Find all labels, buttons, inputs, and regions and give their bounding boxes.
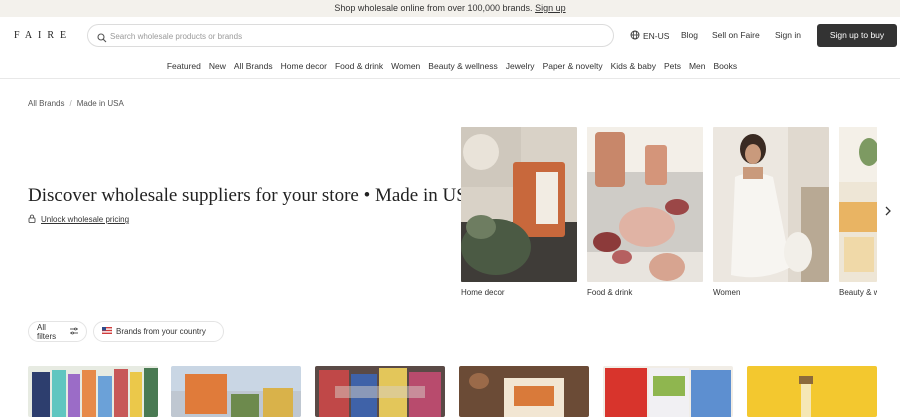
sign-up-button[interactable]: Sign up to buy: [817, 24, 897, 47]
nav-item-beauty-wellness[interactable]: Beauty & wellness: [426, 57, 497, 78]
nav-item-featured[interactable]: Featured: [165, 57, 201, 78]
header: FAIRE EN-US Blog Sell on Faire Sign in S…: [0, 17, 900, 57]
nav-item-home-decor[interactable]: Home decor: [279, 57, 327, 78]
banner-text: Shop wholesale online from over 100,000 …: [334, 3, 533, 13]
category-label-beauty-wellness[interactable]: Beauty & wellness: [839, 288, 877, 297]
category-image-women[interactable]: [713, 127, 829, 282]
nav-item-men[interactable]: Men: [687, 57, 706, 78]
breadcrumb-all-brands[interactable]: All Brands: [28, 99, 64, 108]
product-card-1[interactable]: [28, 366, 158, 417]
search-bar[interactable]: [87, 24, 614, 47]
nav-item-paper-novelty[interactable]: Paper & novelty: [541, 57, 603, 78]
nav-item-jewelry[interactable]: Jewelry: [504, 57, 535, 78]
filter-icon: [70, 327, 78, 337]
flag-icon: [101, 326, 113, 336]
lock-icon: [28, 214, 36, 225]
product-card-5[interactable]: [603, 366, 733, 417]
nav-item-all-brands[interactable]: All Brands: [232, 57, 273, 78]
sell-on-faire-link[interactable]: Sell on Faire: [712, 30, 760, 40]
unlock-pricing-label: Unlock wholesale pricing: [41, 215, 130, 224]
all-filters-button[interactable]: All filters: [28, 321, 87, 342]
brands-from-country-label: Brands from your country: [116, 327, 206, 336]
page-title: Discover wholesale suppliers for your st…: [28, 185, 481, 206]
blog-link[interactable]: Blog: [681, 30, 698, 40]
all-filters-label: All filters: [37, 322, 57, 341]
category-label-food-drink[interactable]: Food & drink: [587, 288, 632, 297]
search-input[interactable]: [110, 28, 590, 44]
category-image-home-decor[interactable]: [461, 127, 577, 282]
breadcrumb-current: Made in USA: [76, 99, 124, 108]
product-card-4[interactable]: [459, 366, 589, 417]
language-selector[interactable]: EN-US: [630, 30, 669, 42]
product-card-6[interactable]: [747, 366, 877, 417]
nav-item-food-drink[interactable]: Food & drink: [333, 57, 383, 78]
language-label: EN-US: [643, 31, 670, 41]
nav-item-new[interactable]: New: [207, 57, 226, 78]
nav-item-women[interactable]: Women: [389, 57, 420, 78]
product-card-2[interactable]: [171, 366, 301, 417]
sign-in-link[interactable]: Sign in: [775, 30, 801, 40]
faire-logo[interactable]: FAIRE: [14, 30, 72, 41]
category-label-women[interactable]: Women: [713, 288, 740, 297]
promo-banner: Shop wholesale online from over 100,000 …: [0, 0, 900, 17]
category-image-food-drink[interactable]: [587, 127, 703, 282]
brands-from-country-button[interactable]: Brands from your country: [93, 321, 224, 342]
unlock-pricing-link[interactable]: Unlock wholesale pricing: [28, 214, 129, 225]
nav-item-pets[interactable]: Pets: [662, 57, 681, 78]
category-image-beauty-wellness[interactable]: [839, 127, 877, 282]
nav-item-books[interactable]: Books: [712, 57, 738, 78]
product-card-3[interactable]: [315, 366, 445, 417]
category-nav: Featured New All Brands Home decor Food …: [0, 57, 900, 79]
globe-icon: [630, 30, 640, 42]
nav-item-kids-baby[interactable]: Kids & baby: [609, 57, 656, 78]
breadcrumb: All Brands / Made in USA: [28, 99, 124, 108]
chevron-right-icon[interactable]: [884, 205, 892, 220]
search-icon: [97, 30, 107, 48]
banner-signup-link[interactable]: Sign up: [535, 3, 566, 13]
category-label-home-decor[interactable]: Home decor: [461, 288, 505, 297]
